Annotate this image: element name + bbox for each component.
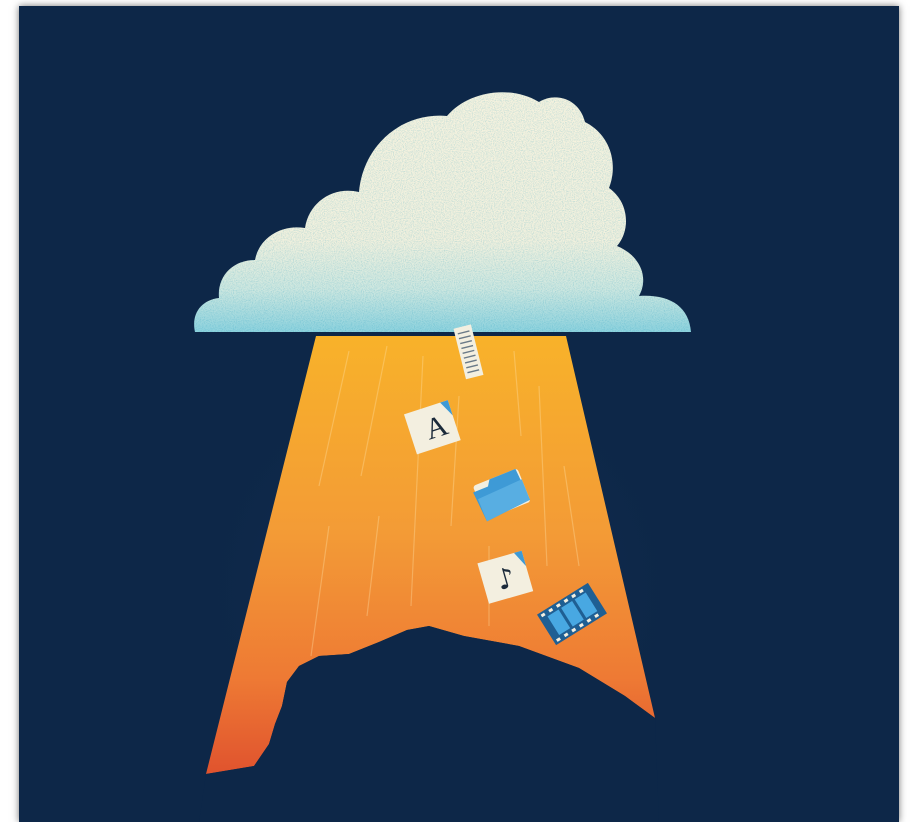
cloud-upload-illustration: A ♪ xyxy=(19,6,899,822)
illustration-canvas: A ♪ xyxy=(19,6,899,822)
image-frame: A ♪ xyxy=(0,0,910,822)
